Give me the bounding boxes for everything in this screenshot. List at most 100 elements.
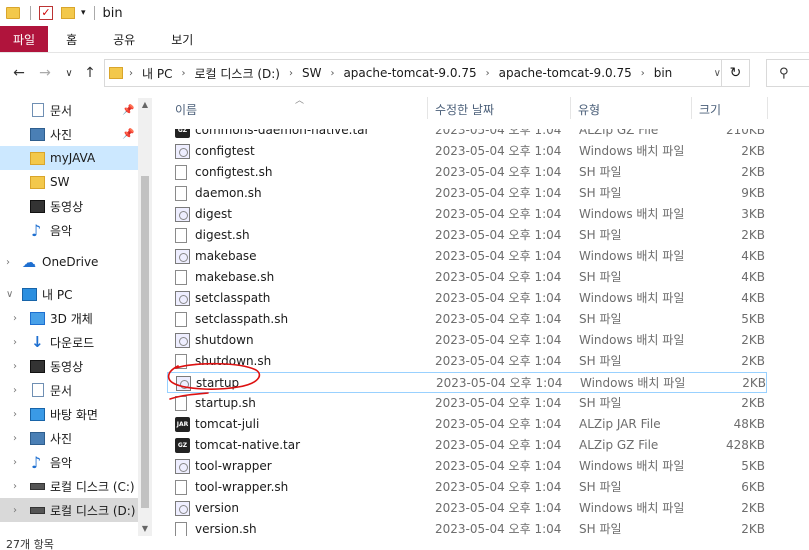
file-row[interactable]: tool-wrapper 2023-05-04 오후 1:04 Windows 배치… [167,456,767,477]
chevron-down-icon[interactable]: ∨ [714,68,721,79]
chevron-right-icon[interactable]: › [13,385,17,396]
nav-item-desktop[interactable]: › 바탕 화면 [0,402,138,426]
column-divider[interactable] [570,97,571,119]
nav-item-pictures[interactable]: 사진 📌 [0,122,138,146]
nav-item-drive-c[interactable]: › 로컬 디스크 (C:) [0,474,138,498]
breadcrumb-item[interactable]: apache-tomcat-9.0.75 [499,66,632,80]
breadcrumb-item[interactable]: SW [302,66,321,80]
file-row[interactable]: version 2023-05-04 오후 1:04 Windows 배치 파일 2K… [167,498,767,519]
ribbon-tabs: 파일 홈 공유 보기 [0,26,809,53]
chevron-down-icon[interactable]: ∨ [6,289,13,300]
gz-archive-icon: GZ [175,438,190,453]
recent-locations-button[interactable]: ∨ [58,68,80,79]
pin-icon[interactable]: 📌 [122,105,134,116]
column-header-name[interactable]: 이름 [175,97,197,121]
chevron-right-icon[interactable]: › [13,505,17,516]
chevron-right-icon[interactable]: › [641,68,645,79]
column-divider[interactable] [427,97,428,119]
back-button[interactable]: ← [8,65,30,81]
file-row[interactable]: shutdown 2023-05-04 오후 1:04 Windows 배치 파일 2… [167,330,767,351]
column-divider[interactable] [767,97,768,119]
nav-item-documents[interactable]: › 문서 [0,378,138,402]
file-row[interactable]: GZ commons-daemon-native.tar 2023-05-04 오후… [167,129,767,141]
folder-icon [30,151,45,165]
nav-item-videos[interactable]: 동영상 [0,194,138,218]
chevron-right-icon[interactable]: › [13,481,17,492]
column-divider[interactable] [691,97,692,119]
nav-item-drive-d[interactable]: › 로컬 디스크 (D:) [0,498,138,522]
chevron-right-icon[interactable]: › [13,361,17,372]
file-type: Windows 배치 파일 [579,144,685,158]
breadcrumb-item[interactable]: apache-tomcat-9.0.75 [343,66,476,80]
nav-item-myjava[interactable]: myJAVA [0,146,138,170]
sh-file-icon [175,354,187,369]
pictures-icon [30,431,45,445]
scroll-up-arrow-icon[interactable]: ▲ [138,98,152,112]
chevron-right-icon[interactable]: › [13,313,17,324]
chevron-right-icon[interactable]: › [13,337,17,348]
nav-item-music[interactable]: ♪ 음악 [0,218,138,242]
file-row[interactable]: GZ tomcat-native.tar 2023-05-04 오후 1:04 ALZ… [167,435,767,456]
file-row[interactable]: version.sh 2023-05-04 오후 1:04 SH 파일 2KB [167,519,767,536]
file-type: Windows 배치 파일 [579,459,685,473]
chevron-right-icon[interactable]: › [330,68,334,79]
file-row[interactable]: startup.sh 2023-05-04 오후 1:04 SH 파일 2KB [167,393,767,414]
chevron-right-icon[interactable]: › [289,68,293,79]
scroll-down-arrow-icon[interactable]: ▼ [138,522,152,536]
address-bar[interactable]: › 내 PC › 로컬 디스크 (D:) › SW › apache-tomca… [104,59,750,87]
file-row[interactable]: digest 2023-05-04 오후 1:04 Windows 배치 파일 3KB [167,204,767,225]
navigation-bar: ← → ∨ ↑ › 내 PC › 로컬 디스크 (D:) › SW › apac… [0,53,809,93]
file-row[interactable]: shutdown.sh 2023-05-04 오후 1:04 SH 파일 2KB [167,351,767,372]
nav-item-3d-objects[interactable]: › 3D 개체 [0,306,138,330]
chevron-right-icon[interactable]: › [6,257,10,268]
nav-item-downloads[interactable]: › ↓ 다운로드 [0,330,138,354]
batch-file-icon [175,249,190,264]
file-row[interactable]: startup 2023-05-04 오후 1:04 Windows 배치 파일 2K… [167,372,767,393]
refresh-button[interactable]: ↻ [721,60,749,86]
nav-item-documents[interactable]: 문서 📌 [0,98,138,122]
tab-home[interactable]: 홈 [48,26,95,52]
file-row[interactable]: makebase 2023-05-04 오후 1:04 Windows 배치 파일 4… [167,246,767,267]
tab-share[interactable]: 공유 [95,26,153,52]
breadcrumb-item[interactable]: 내 PC [142,65,172,82]
file-row[interactable]: JAR tomcat-juli 2023-05-04 오후 1:04 ALZip JA… [167,414,767,435]
file-row[interactable]: setclasspath.sh 2023-05-04 오후 1:04 SH 파일 5K… [167,309,767,330]
breadcrumb-item[interactable]: bin [654,66,673,80]
column-header-date[interactable]: 수정한 날짜 [435,97,494,121]
file-row[interactable]: daemon.sh 2023-05-04 오후 1:04 SH 파일 9KB [167,183,767,204]
chevron-right-icon[interactable]: › [129,68,133,79]
tab-file[interactable]: 파일 [0,26,49,52]
nav-item-sw[interactable]: SW [0,170,138,194]
nav-item-videos[interactable]: › 동영상 [0,354,138,378]
pin-icon[interactable]: 📌 [122,129,134,140]
customize-toolbar-chevron-icon[interactable]: ▾ [81,8,86,18]
nav-label: 내 PC [42,287,73,302]
chevron-right-icon[interactable]: › [13,457,17,468]
nav-pane-scrollbar[interactable]: ▲ ▼ [138,98,152,536]
file-name: configtest.sh [195,165,273,179]
nav-item-onedrive[interactable]: › ☁ OneDrive [0,250,138,274]
file-row[interactable]: configtest.sh 2023-05-04 오후 1:04 SH 파일 2KB [167,162,767,183]
new-folder-icon[interactable] [61,7,75,19]
properties-icon[interactable]: ✓ [39,6,53,20]
tab-view[interactable]: 보기 [153,26,211,52]
nav-item-music[interactable]: › ♪ 음악 [0,450,138,474]
nav-item-this-pc[interactable]: ∨ 내 PC [0,282,138,306]
file-row[interactable]: configtest 2023-05-04 오후 1:04 Windows 배치 파… [167,141,767,162]
file-row[interactable]: makebase.sh 2023-05-04 오후 1:04 SH 파일 4KB [167,267,767,288]
column-header-size[interactable]: 크기 [699,97,721,121]
file-row[interactable]: setclasspath 2023-05-04 오후 1:04 Windows 배치… [167,288,767,309]
column-header-type[interactable]: 유형 [578,97,600,121]
file-row[interactable]: tool-wrapper.sh 2023-05-04 오후 1:04 SH 파일 6K… [167,477,767,498]
scrollbar-thumb[interactable] [141,176,149,508]
nav-item-pictures[interactable]: › 사진 [0,426,138,450]
up-button[interactable]: ↑ [79,65,101,81]
chevron-right-icon[interactable]: › [181,68,185,79]
chevron-right-icon[interactable]: › [13,433,17,444]
forward-button[interactable]: → [34,65,56,81]
breadcrumb-item[interactable]: 로컬 디스크 (D:) [194,65,279,82]
search-input[interactable]: ⚲ [766,59,809,87]
chevron-right-icon[interactable]: › [13,409,17,420]
file-row[interactable]: digest.sh 2023-05-04 오후 1:04 SH 파일 2KB [167,225,767,246]
chevron-right-icon[interactable]: › [486,68,490,79]
